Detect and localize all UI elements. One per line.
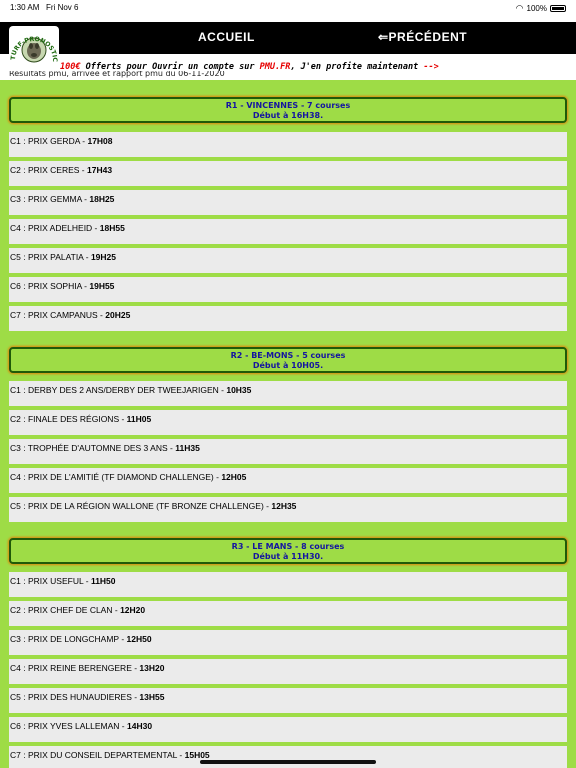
course-row[interactable]: C5 : PRIX DES HUNAUDIERES - 13H55: [9, 688, 567, 713]
course-row[interactable]: C5 : PRIX PALATIA - 19H25: [9, 248, 567, 273]
course-label: C1 : PRIX GERDA -: [10, 136, 88, 146]
reunion-header-r3[interactable]: R3 - LE MANS - 8 courses Début à 11H30.: [9, 538, 567, 564]
course-row[interactable]: C1 : DERBY DES 2 ANS/DERBY DER TWEEJARIG…: [9, 381, 567, 406]
course-row[interactable]: C7 : PRIX CAMPANUS - 20H25: [9, 306, 567, 331]
top-navigation: ACCUEIL ⇐PRÉCÉDENT: [0, 22, 576, 54]
logo-graphic: TURF-PRONOSTICS: [9, 26, 58, 63]
course-row[interactable]: C7 : PRIX DU CONSEIL DEPARTEMENTAL - 15H…: [9, 746, 567, 768]
course-row[interactable]: C6 : PRIX SOPHIA - 19H55: [9, 277, 567, 302]
course-time: 12H05: [221, 472, 247, 482]
course-row[interactable]: C2 : PRIX CERES - 17H43: [9, 161, 567, 186]
wifi-icon: ◠: [515, 3, 524, 13]
course-label: C6 : PRIX SOPHIA -: [10, 281, 90, 291]
course-label: C4 : PRIX DE L'AMITIÉ (TF DIAMOND CHALLE…: [10, 472, 222, 482]
course-row[interactable]: C6 : PRIX YVES LALLEMAN - 14H30: [9, 717, 567, 742]
course-time: 17H43: [87, 165, 113, 175]
course-row[interactable]: C2 : PRIX CHEF DE CLAN - 12H20: [9, 601, 567, 626]
course-row[interactable]: C5 : PRIX DE LA RÉGION WALLONE (TF BRONZ…: [9, 497, 567, 522]
course-row[interactable]: C4 : PRIX ADELHEID - 18H55: [9, 219, 567, 244]
reunion-title: R3 - LE MANS - 8 courses: [231, 542, 345, 551]
course-time: 20H25: [105, 310, 131, 320]
reunion-title: R2 - BE-MONS - 5 courses: [230, 351, 346, 360]
course-time: 12H50: [126, 634, 152, 644]
status-bar: 1:30 AM Fri Nov 6 ◠ 100%: [0, 0, 576, 16]
status-time-date: 1:30 AM Fri Nov 6: [10, 3, 78, 12]
course-row[interactable]: C4 : PRIX REINE BERENGERE - 13H20: [9, 659, 567, 684]
course-row[interactable]: C3 : PRIX DE LONGCHAMP - 12H50: [9, 630, 567, 655]
status-right: ◠ 100%: [516, 3, 566, 14]
course-time: 14H30: [127, 721, 153, 731]
course-time: 13H55: [139, 692, 165, 702]
site-logo[interactable]: TURF-PRONOSTICS: [9, 26, 59, 66]
reunion-start: Début à 11H30.: [252, 552, 324, 561]
course-time: 15H05: [184, 750, 210, 760]
course-label: C5 : PRIX PALATIA -: [10, 252, 91, 262]
home-indicator[interactable]: [200, 760, 376, 764]
course-label: C3 : PRIX GEMMA -: [10, 194, 90, 204]
course-time: 11H35: [175, 443, 200, 453]
course-row[interactable]: C1 : PRIX GERDA - 17H08: [9, 132, 567, 157]
course-label: C4 : PRIX REINE BERENGERE -: [10, 663, 140, 673]
home-link[interactable]: ACCUEIL: [198, 30, 255, 44]
status-date: Fri Nov 6: [46, 3, 79, 12]
course-label: C6 : PRIX YVES LALLEMAN -: [10, 721, 127, 731]
reunion-start: Début à 16H38.: [252, 111, 324, 120]
course-time: 13H20: [139, 663, 165, 673]
course-label: C2 : FINALE DES RÉGIONS -: [10, 414, 127, 424]
course-label: C2 : PRIX CERES -: [10, 165, 87, 175]
course-time: 11H05: [126, 414, 152, 424]
course-time: 12H20: [120, 605, 146, 615]
results-subtitle: Résultats pmu, arrivée et rapport pmu du…: [9, 71, 225, 78]
course-label: C5 : PRIX DE LA RÉGION WALLONE (TF BRONZ…: [10, 501, 272, 511]
status-time: 1:30 AM: [10, 3, 40, 12]
reunion-header-r2[interactable]: R2 - BE-MONS - 5 courses Début à 10H05.: [9, 347, 567, 373]
course-time: 19H25: [90, 252, 116, 262]
course-row[interactable]: C1 : PRIX USEFUL - 11H50: [9, 572, 567, 597]
reunion-title: R1 - VINCENNES - 7 courses: [225, 101, 351, 110]
course-label: C7 : PRIX CAMPANUS -: [10, 310, 106, 320]
promo-text-2: , J'en profite maintenant: [290, 62, 424, 72]
promo-site: PMU.FR: [259, 62, 291, 72]
race-list: R1 - VINCENNES - 7 courses Début à 16H38…: [0, 80, 576, 768]
course-label: C3 : TROPHÉE D'AUTOMNE DES 3 ANS -: [10, 443, 176, 453]
course-label: C3 : PRIX DE LONGCHAMP -: [10, 634, 127, 644]
course-label: C2 : PRIX CHEF DE CLAN -: [10, 605, 121, 615]
course-label: C5 : PRIX DES HUNAUDIERES -: [10, 692, 140, 702]
reunion-header-r1[interactable]: R1 - VINCENNES - 7 courses Début à 16H38…: [9, 97, 567, 123]
battery-percent: 100%: [526, 4, 547, 13]
course-row[interactable]: C2 : FINALE DES RÉGIONS - 11H05: [9, 410, 567, 435]
course-time: 18H55: [99, 223, 125, 233]
back-link[interactable]: ⇐PRÉCÉDENT: [378, 30, 467, 44]
course-time: 19H55: [89, 281, 115, 291]
course-row[interactable]: C3 : PRIX GEMMA - 18H25: [9, 190, 567, 215]
course-time: 11H50: [90, 576, 116, 586]
course-row[interactable]: C4 : PRIX DE L'AMITIÉ (TF DIAMOND CHALLE…: [9, 468, 567, 493]
promo-arrow: -->: [423, 62, 439, 72]
course-label: C1 : DERBY DES 2 ANS/DERBY DER TWEEJARIG…: [10, 385, 227, 395]
course-time: 10H35: [226, 385, 252, 395]
course-row[interactable]: C3 : TROPHÉE D'AUTOMNE DES 3 ANS - 11H35: [9, 439, 567, 464]
course-label: C7 : PRIX DU CONSEIL DEPARTEMENTAL -: [10, 750, 185, 760]
course-time: 18H25: [89, 194, 115, 204]
course-time: 12H35: [271, 501, 297, 511]
course-label: C4 : PRIX ADELHEID -: [10, 223, 100, 233]
reunion-start: Début à 10H05.: [252, 361, 324, 370]
course-label: C1 : PRIX USEFUL -: [10, 576, 91, 586]
battery-icon: [550, 5, 566, 12]
course-time: 17H08: [87, 136, 113, 146]
